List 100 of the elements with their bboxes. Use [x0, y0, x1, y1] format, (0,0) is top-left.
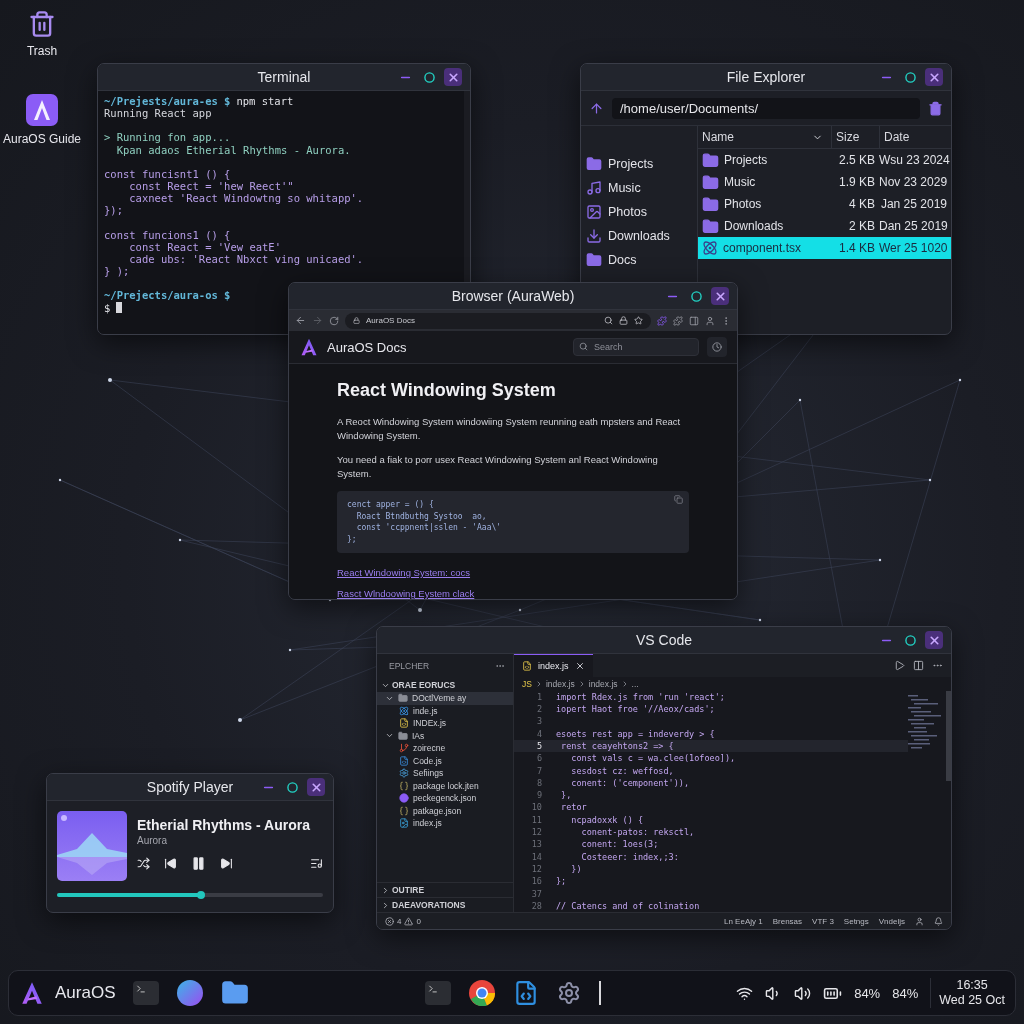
breadcrumb-item[interactable]: JS [522, 678, 532, 689]
desktop-icon-label[interactable]: AuraOS Guide [2, 132, 81, 146]
sphere-app-button[interactable] [177, 980, 204, 1006]
split-icon[interactable] [913, 660, 924, 672]
history-button[interactable] [707, 337, 727, 358]
close-icon[interactable] [574, 661, 585, 672]
file-row[interactable]: Music 1.9 KB Nov 23 2029 [698, 171, 951, 193]
back-icon[interactable] [295, 315, 306, 327]
previous-button[interactable] [164, 857, 177, 870]
status-item[interactable]: Ln EeAjy 1 [724, 916, 763, 926]
panel-header[interactable]: OUTIRE [377, 882, 513, 897]
status-item[interactable]: VTF 3 [812, 916, 834, 926]
close-button[interactable] [307, 778, 325, 796]
sidebar-item[interactable]: Projects [581, 152, 697, 176]
scrollbar-thumb[interactable] [946, 690, 951, 781]
file-name: Photos [724, 197, 762, 211]
volume-icon[interactable] [794, 984, 812, 1002]
tree-item[interactable]: patkage.json [377, 804, 513, 817]
terminal-app-button[interactable] [425, 981, 452, 1005]
section-title[interactable]: ORAE EORUCS [392, 680, 456, 690]
start-button[interactable] [19, 980, 45, 1006]
sidebar-item[interactable]: Photos [581, 200, 697, 224]
line-number: 3 [535, 716, 543, 727]
warning-count[interactable]: 0 [416, 916, 421, 926]
editor-tab[interactable]: index.js [514, 654, 593, 678]
lock-icon[interactable] [619, 316, 628, 326]
logo-icon [19, 980, 45, 1006]
column-header[interactable]: Name [702, 130, 734, 144]
user-icon[interactable] [915, 916, 924, 926]
progress-thumb[interactable] [196, 891, 205, 899]
close-button[interactable] [444, 68, 462, 86]
column-header[interactable]: Size [836, 130, 860, 144]
file-row[interactable]: Photos 4 KB Jan 25 2019 [698, 193, 951, 215]
sidebar-item[interactable]: Downloads [581, 224, 697, 248]
progress-track[interactable] [57, 893, 323, 897]
sidebar-label: Projects [608, 157, 654, 171]
image-icon [399, 818, 409, 829]
bell-icon[interactable] [934, 916, 943, 926]
tree-item[interactable]: Code.js [377, 754, 513, 767]
terminal-line: > Running fon app... [104, 131, 231, 144]
code-line: renst ceayehtons2 => { [560, 741, 674, 751]
maximize-icon [904, 71, 916, 83]
terminal-app-button[interactable] [133, 981, 160, 1005]
file-row[interactable]: component.tsx 1.4 KB Wer 25 1020 [698, 237, 951, 259]
code-line: }) [570, 863, 582, 874]
panel-icon[interactable] [689, 315, 699, 326]
close-button[interactable] [925, 631, 943, 649]
column-header[interactable]: Date [884, 130, 910, 144]
search-field[interactable]: Search [573, 338, 699, 357]
path-field[interactable]: /home/user/Documents/ [612, 97, 920, 119]
reload-icon[interactable] [329, 315, 339, 326]
search-icon[interactable] [604, 316, 613, 326]
close-button[interactable] [925, 68, 943, 86]
breadcrumb-item[interactable]: index.js [545, 678, 575, 689]
error-count[interactable]: 4 [397, 916, 402, 926]
breadcrumb-item[interactable]: index.js [588, 678, 618, 689]
status-item[interactable]: Brensas [772, 916, 803, 926]
tree-item[interactable]: package lock.jten [377, 779, 513, 792]
tree-item[interactable]: Sefiings [377, 767, 513, 780]
sidebar-item[interactable]: Docs [581, 248, 697, 272]
user-icon[interactable] [705, 315, 715, 326]
artist-name: Aurora [137, 835, 168, 846]
site-title[interactable]: AuraOS Docs [327, 339, 565, 355]
file-row[interactable]: Projects 2.5 KB Wsu 23 2024 [698, 149, 951, 171]
close-icon [446, 70, 460, 84]
sidebar-item[interactable]: Music [581, 176, 697, 200]
pause-button[interactable] [191, 856, 206, 871]
desktop-icon-label[interactable]: Trash [26, 44, 58, 58]
tree-item[interactable]: inde.js [377, 704, 513, 717]
tree-item[interactable]: index.js [377, 817, 513, 830]
address-bar[interactable]: AuraOS Docs [345, 312, 651, 329]
status-item[interactable]: Setngs [843, 916, 869, 926]
browser-icon [469, 980, 496, 1006]
folder-app-button[interactable] [221, 979, 250, 1007]
status-item[interactable]: Vndeljs [878, 916, 905, 926]
next-button[interactable] [220, 857, 233, 870]
settings-button[interactable] [557, 981, 582, 1005]
doc-link[interactable]: React Windowing System: cocs [337, 567, 471, 578]
tree-item[interactable]: peckegenck.json [377, 792, 513, 805]
trash-icon[interactable] [928, 100, 943, 116]
tree-item[interactable]: zoirecne [377, 742, 513, 755]
shuffle-button[interactable] [137, 857, 150, 870]
tree-item[interactable]: IAs [377, 729, 513, 742]
close-button[interactable] [711, 287, 729, 305]
star-icon[interactable] [634, 316, 643, 326]
queue-button[interactable] [310, 857, 323, 870]
folder-icon [702, 217, 719, 235]
browser-app-button[interactable] [469, 980, 496, 1006]
extension-icon[interactable] [673, 315, 683, 326]
clock[interactable]: 16:35 Wed 25 Oct [930, 978, 1005, 1008]
file-row[interactable]: Downloads 2 KB Dan 25 2019 [698, 215, 951, 237]
run-icon[interactable] [894, 660, 905, 672]
terminal-line: }); [104, 204, 123, 217]
doc-link[interactable]: Rasct Wlndoowing Eystem clack [337, 588, 475, 599]
terminal-line: const React = 'Vew eatE' [128, 240, 281, 254]
tree-item[interactable]: DOctlVeme ay [377, 692, 513, 705]
atom-icon [702, 240, 718, 256]
tree-item[interactable]: INDEx.js [377, 717, 513, 730]
breadcrumb-item[interactable]: ... [631, 678, 639, 689]
line-number: 7 [535, 765, 543, 776]
